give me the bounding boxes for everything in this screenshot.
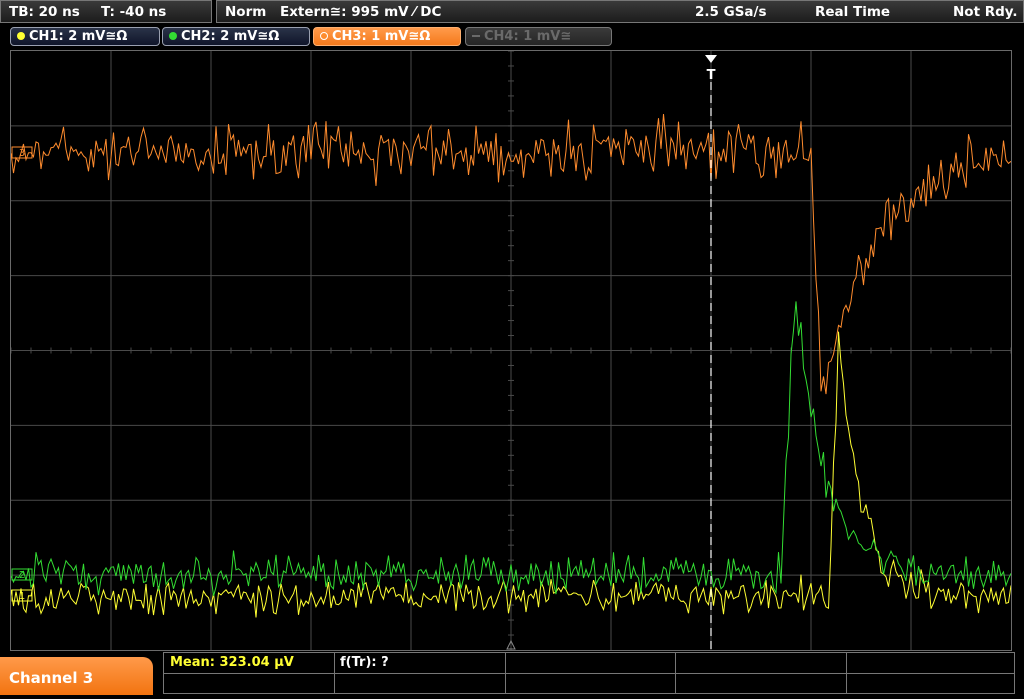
channel-1-indicator-icon [17, 32, 25, 40]
status-bar: TB: 20 ns T: -40 ns Norm Extern≅: 995 mV… [0, 0, 1024, 24]
waveform-graticule[interactable]: T 3 2 1 [11, 51, 1011, 650]
run-state[interactable]: Not Rdy. [953, 1, 1017, 23]
timebase-box[interactable]: TB: 20 ns T: -40 ns [0, 0, 212, 23]
measurement-table[interactable]: Mean: 323.04 µV f(Tr): ? [163, 652, 1015, 694]
channel-1-tab[interactable]: CH1: 2 mV≅Ω [10, 27, 160, 46]
channel-2-tab[interactable]: CH2: 2 mV≅Ω [162, 27, 310, 46]
trigger-arrow-icon[interactable] [705, 55, 717, 63]
svg-text:3: 3 [19, 148, 25, 159]
trigger-frequency-measurement[interactable]: f(Tr): ? [340, 654, 389, 672]
channel-4-tab[interactable]: CH4: 1 mV≅ [465, 27, 612, 46]
waveform-display[interactable]: T 3 2 1 [10, 50, 1012, 651]
acquisition-mode[interactable]: Real Time [815, 1, 890, 23]
channel-4-off-icon [472, 35, 480, 37]
channel-3-indicator-icon [320, 32, 328, 40]
trigger-marker-label[interactable]: T [707, 68, 716, 83]
acquisition-status-box[interactable]: Norm Extern≅: 995 mV ⁄ DC 2.5 GSa/s Real… [216, 0, 1024, 23]
trigger-mode[interactable]: Norm [225, 1, 266, 23]
timebase-readout[interactable]: TB: 20 ns [9, 1, 80, 23]
mean-measurement[interactable]: Mean: 323.04 µV [170, 654, 294, 672]
trigger-source[interactable]: Extern≅: 995 mV ⁄ DC [280, 1, 441, 23]
channel-2-indicator-icon [169, 32, 177, 40]
measurement-divider [164, 673, 1014, 674]
graticule-grid [11, 51, 1011, 650]
channel-3-label: CH3: 1 mV≅Ω [332, 29, 431, 44]
channel-4-label: CH4: 1 mV≅ [484, 29, 572, 44]
channel-3-tab[interactable]: CH3: 1 mV≅Ω [313, 27, 461, 46]
sample-rate[interactable]: 2.5 GSa/s [695, 1, 767, 23]
svg-text:2: 2 [19, 570, 25, 581]
trigger-time-readout[interactable]: T: -40 ns [101, 1, 166, 23]
channel-2-label: CH2: 2 mV≅Ω [181, 29, 280, 44]
svg-text:1: 1 [19, 591, 25, 602]
channel-1-label: CH1: 2 mV≅Ω [29, 29, 128, 44]
active-channel-label[interactable]: Channel 3 [0, 657, 153, 695]
